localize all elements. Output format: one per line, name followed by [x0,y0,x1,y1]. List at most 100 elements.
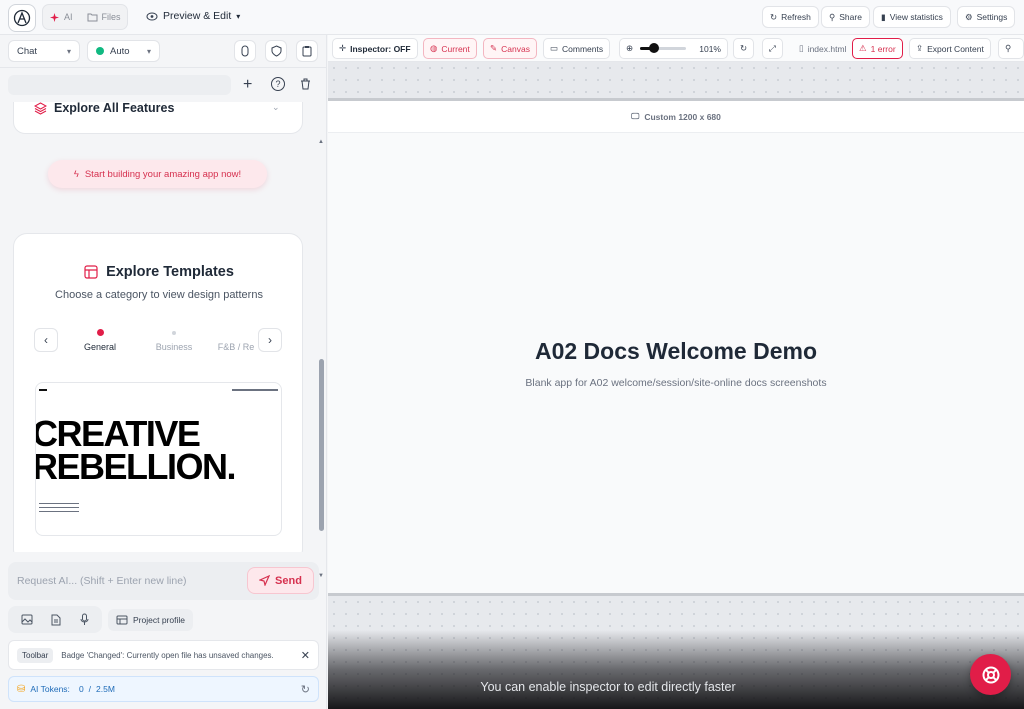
help-icon[interactable]: ? [271,77,285,91]
session-pill[interactable] [8,75,231,95]
templates-subtitle: Choose a category to view design pattern… [55,289,263,301]
zoom-control[interactable]: ⊕ 101% [619,38,728,59]
help-fab[interactable] [970,654,1011,695]
notice-text: Badge 'Changed': Currently open file has… [61,650,274,660]
coins-icon: ⛁ [17,683,26,695]
comments-button[interactable]: ▭ Comments [543,38,611,59]
app-logo[interactable] [8,4,36,32]
sparkle-icon [50,12,59,22]
unsaved-notice: Toolbar Badge 'Changed': Currently open … [8,640,319,670]
bar-chart-icon: ▮ [881,11,886,22]
canvas-backdrop-top [328,62,1024,98]
chevron-right-icon: › [268,333,272,347]
image-icon[interactable] [21,614,33,625]
clip-button[interactable] [234,40,256,62]
explore-features-card[interactable]: Explore All Features ⌄ [13,102,303,134]
preview-headline: CREATIVE REBELLION. [35,413,237,487]
error-badge[interactable]: ⚠ 1 error [852,38,903,59]
start-building-banner[interactable]: ϟ Start building your amazing app now! [48,160,267,188]
inactive-dot [172,331,176,335]
notice-tag: Toolbar [17,647,54,663]
globe-icon: ◍ [430,43,438,53]
status-dot [96,47,104,55]
canvas-frame: 🖵 Custom 1200 x 680 A02 Docs Welcome Dem… [328,98,1024,596]
upload-icon: ⇪ [916,43,924,53]
expand-icon: ⤢ [769,43,776,53]
send-button[interactable]: Send [247,567,314,594]
paperclip-icon [241,45,249,57]
comment-icon: ▭ [550,43,559,53]
top-bar: AI Files Preview & Edit ▾ ↻ Refresh ⚲ Shar… [0,0,1024,35]
ai-tokens-bar: ⛁ AI Tokens: 0 / 2.5M ↻ [8,676,319,702]
crosshair-icon: ✛ [339,43,347,53]
chevron-down-icon: ▾ [66,46,71,56]
eye-icon [146,12,158,20]
chat-select[interactable]: Chat ▾ [8,40,80,62]
refresh-icon[interactable]: ↻ [301,683,310,696]
preview-edit-dropdown[interactable]: Preview & Edit ▾ [146,10,240,22]
shield-button[interactable] [265,40,287,62]
view-switcher: AI Files [42,4,128,30]
template-preview[interactable]: CREATIVE REBELLION. [35,382,282,536]
project-profile-button[interactable]: Project profile [108,609,193,631]
add-icon[interactable]: + [243,76,252,94]
reload-preview-button[interactable]: ↻ [733,38,755,59]
gear-icon: ⚙ [965,11,973,22]
trash-icon[interactable] [300,78,311,90]
tab-ai[interactable]: AI [49,12,73,23]
hint-overlay [328,630,1024,709]
chevron-left-icon: ‹ [44,333,48,347]
scrollbar-thumb[interactable] [319,359,324,531]
logo-icon [13,9,31,27]
zoom-slider-knob[interactable] [648,43,659,53]
page-title: A02 Docs Welcome Demo [534,338,818,364]
shield-icon [271,45,281,57]
preview-toolbar: ✛ Inspector: OFF ◍ Current ✎ Canvas ▭ Commen… [328,35,1024,62]
monitor-icon: 🖵 [631,111,640,121]
pen-icon: ✎ [490,43,498,53]
fullscreen-button[interactable]: ⤢ [762,38,783,59]
next-category-button[interactable]: › [258,328,282,352]
folder-icon [87,13,98,22]
layout-icon [116,615,128,625]
view-statistics-button[interactable]: ▮ View statistics [873,6,951,28]
canvas-button[interactable]: ✎ Canvas [483,38,537,59]
attachment-tools [8,606,102,633]
category-business[interactable]: Business [148,329,200,352]
export-content-button[interactable]: ⇪ Export Content [909,38,991,59]
sidebar-scroll-area: Explore All Features ⌄ ϟ Start building … [0,102,315,552]
template-icon [84,265,98,279]
clipboard-icon [302,46,312,57]
model-select[interactable]: Auto ▾ [87,40,160,62]
preview-nav-bar [39,389,47,391]
refresh-button[interactable]: ↻ Refresh [762,6,819,28]
sidebar: Chat ▾ Auto ▾ + ? Explore All Features ⌄ [0,35,327,709]
canvas-size-label: 🖵 Custom 1200 x 680 [328,101,1024,133]
current-button[interactable]: ◍ Current [423,38,477,59]
refresh-icon: ↻ [770,11,778,22]
share-button[interactable]: ⚲ Share [821,6,870,28]
preview-body-text [39,503,79,513]
preview-panel: ✛ Inspector: OFF ◍ Current ✎ Canvas ▭ Commen… [328,35,1024,709]
explore-templates-card: Explore Templates Choose a category to v… [13,233,303,552]
tab-files[interactable]: Files [87,12,121,22]
microphone-icon[interactable] [80,613,89,626]
prev-category-button[interactable]: ‹ [34,328,58,352]
document-icon[interactable] [51,614,61,626]
templates-title: Explore Templates [14,264,304,280]
category-general[interactable]: General [74,329,126,352]
zoom-slider[interactable] [640,43,687,53]
inspector-toggle[interactable]: ✛ Inspector: OFF [332,38,418,59]
clipboard-button[interactable] [296,40,318,62]
category-fnb[interactable]: F&B / Re [216,329,256,352]
file-indicator[interactable]: ▯ index.html [793,38,852,59]
chevron-down-icon: ▾ [236,11,241,21]
close-icon[interactable]: ✕ [301,649,310,662]
page-subtitle: Blank app for A02 welcome/session/site-o… [525,377,827,389]
more-button[interactable]: ⚲ [998,38,1024,59]
scroll-up-icon: ▲ [318,139,324,145]
settings-button[interactable]: ⚙ Settings [957,6,1016,28]
preview-nav-links [232,389,278,391]
chevron-down-icon: ▾ [146,46,151,56]
search-icon: ⚲ [1005,43,1012,53]
